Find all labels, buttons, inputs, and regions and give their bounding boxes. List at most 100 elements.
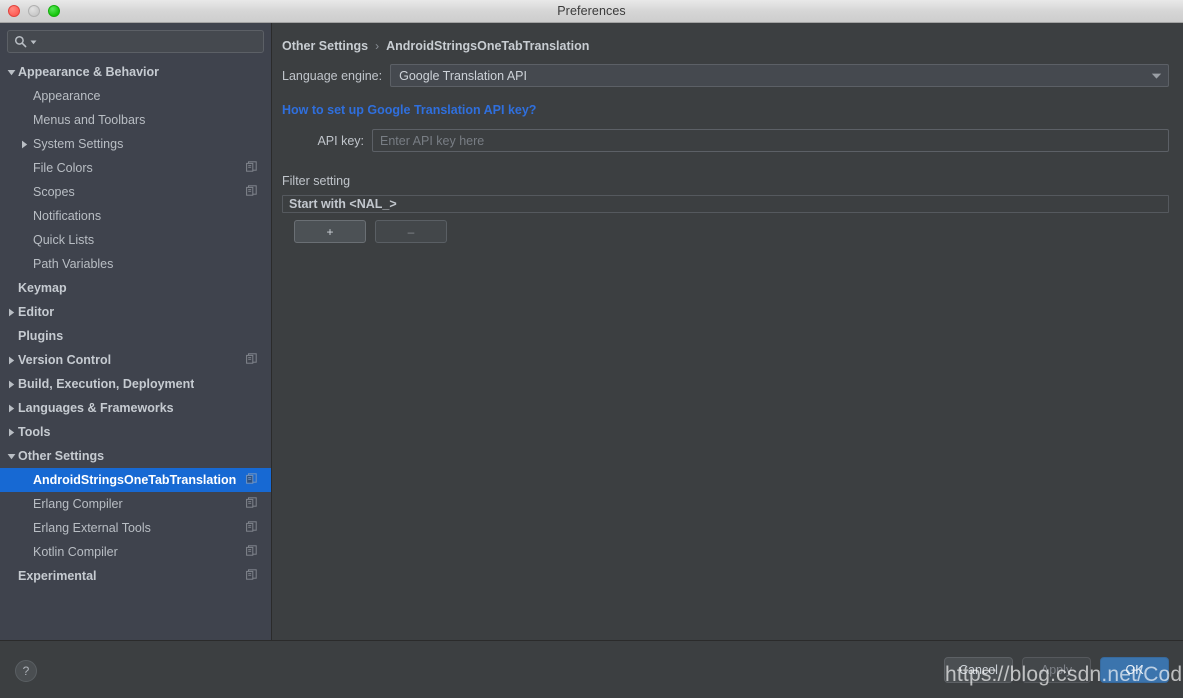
twisty-expanded-icon[interactable] bbox=[5, 444, 18, 468]
sidebar-item-label: Editor bbox=[18, 305, 55, 319]
list-item[interactable]: Start with <NAL_> bbox=[283, 196, 1168, 212]
sidebar-item-label: Keymap bbox=[18, 281, 67, 295]
sidebar-item-appearance-behavior[interactable]: Appearance & Behavior bbox=[0, 60, 271, 84]
twisty-collapsed-icon[interactable] bbox=[5, 396, 18, 420]
twisty-collapsed-icon[interactable] bbox=[5, 348, 18, 372]
remove-filter-button[interactable]: – bbox=[375, 220, 447, 243]
sidebar-item-scopes[interactable]: Scopes bbox=[0, 180, 271, 204]
sidebar-item-label: Scopes bbox=[33, 185, 75, 199]
sidebar-item-label: System Settings bbox=[33, 137, 124, 151]
sidebar-item-editor[interactable]: Editor bbox=[0, 300, 271, 324]
sidebar-item-androidstringsonetabtranslation[interactable]: AndroidStringsOneTabTranslation bbox=[0, 468, 271, 492]
sidebar-item-file-colors[interactable]: File Colors bbox=[0, 156, 271, 180]
sidebar-item-label: Version Control bbox=[18, 353, 112, 367]
breadcrumb: Other Settings › AndroidStringsOneTabTra… bbox=[272, 23, 1183, 53]
sidebar-item-kotlin-compiler[interactable]: Kotlin Compiler bbox=[0, 540, 271, 564]
sidebar-item-system-settings[interactable]: System Settings bbox=[0, 132, 271, 156]
window-title: Preferences bbox=[557, 4, 626, 18]
sidebar-item-label: Other Settings bbox=[18, 449, 105, 463]
copy-settings-icon[interactable] bbox=[246, 545, 257, 559]
dialog-body: Appearance & Behavior Appearance Menus and… bbox=[0, 23, 1183, 640]
copy-settings-icon[interactable] bbox=[246, 161, 257, 175]
twisty-collapsed-icon[interactable] bbox=[5, 300, 18, 324]
sidebar-item-erlang-compiler[interactable]: Erlang Compiler bbox=[0, 492, 271, 516]
twisty-collapsed-icon[interactable] bbox=[5, 420, 18, 444]
language-engine-select[interactable]: Google Translation API bbox=[390, 64, 1169, 87]
search-dropdown-icon[interactable] bbox=[30, 33, 37, 51]
copy-settings-icon[interactable] bbox=[246, 521, 257, 535]
sidebar-item-tools[interactable]: Tools bbox=[0, 420, 271, 444]
sidebar-item-experimental[interactable]: Experimental bbox=[0, 564, 271, 588]
ok-button[interactable]: OK bbox=[1100, 656, 1169, 683]
copy-settings-icon[interactable] bbox=[246, 473, 257, 487]
search-box[interactable] bbox=[7, 30, 264, 53]
copy-settings-icon[interactable] bbox=[246, 353, 257, 367]
window-controls bbox=[8, 0, 60, 22]
sidebar-item-keymap[interactable]: Keymap bbox=[0, 276, 271, 300]
sidebar-item-label: Menus and Toolbars bbox=[33, 113, 146, 127]
sidebar-item-quick-lists[interactable]: Quick Lists bbox=[0, 228, 271, 252]
help-link-row: How to set up Google Translation API key… bbox=[272, 87, 1183, 119]
sidebar-item-languages-frameworks[interactable]: Languages & Frameworks bbox=[0, 396, 271, 420]
sidebar-item-other-settings[interactable]: Other Settings bbox=[0, 444, 271, 468]
sidebar-item-build-execution-deployment[interactable]: Build, Execution, Deployment bbox=[0, 372, 271, 396]
breadcrumb-separator-icon: › bbox=[375, 39, 380, 53]
sidebar-item-menus-and-toolbars[interactable]: Menus and Toolbars bbox=[0, 108, 271, 132]
dialog-actions: Cancel Apply OK bbox=[944, 656, 1169, 683]
api-key-row: API key: bbox=[272, 119, 1183, 152]
search-input[interactable] bbox=[40, 31, 257, 52]
twisty-expanded-icon[interactable] bbox=[5, 60, 18, 84]
close-window-button[interactable] bbox=[8, 5, 20, 17]
filter-setting-title: Filter setting bbox=[282, 174, 351, 188]
twisty-collapsed-icon[interactable] bbox=[18, 132, 31, 156]
api-key-input[interactable] bbox=[372, 129, 1169, 152]
help-button[interactable]: ? bbox=[15, 659, 37, 682]
copy-settings-icon[interactable] bbox=[246, 497, 257, 511]
sidebar-item-path-variables[interactable]: Path Variables bbox=[0, 252, 271, 276]
setup-api-key-link[interactable]: How to set up Google Translation API key… bbox=[282, 103, 536, 117]
language-engine-value: Google Translation API bbox=[399, 68, 527, 83]
dialog-footer: ? Cancel Apply OK bbox=[0, 640, 1183, 698]
cancel-button[interactable]: Cancel bbox=[944, 656, 1013, 683]
breadcrumb-current: AndroidStringsOneTabTranslation bbox=[386, 39, 590, 53]
minimize-window-button[interactable] bbox=[28, 5, 40, 17]
zoom-window-button[interactable] bbox=[48, 5, 60, 17]
sidebar-item-plugins[interactable]: Plugins bbox=[0, 324, 271, 348]
sidebar-item-label: Build, Execution, Deployment bbox=[18, 377, 195, 391]
search-container bbox=[0, 23, 271, 59]
filter-list[interactable]: Start with <NAL_> bbox=[282, 195, 1169, 213]
preferences-window: Preferences Appearance & Behavior Appear… bbox=[0, 0, 1183, 698]
sidebar-item-erlang-external-tools[interactable]: Erlang External Tools bbox=[0, 516, 271, 540]
filter-buttons: + – bbox=[272, 213, 1183, 243]
breadcrumb-root[interactable]: Other Settings bbox=[282, 39, 368, 53]
add-filter-button[interactable]: + bbox=[294, 220, 366, 243]
sidebar-item-label: Notifications bbox=[33, 209, 102, 223]
language-engine-label: Language engine: bbox=[282, 68, 383, 83]
apply-button[interactable]: Apply bbox=[1022, 656, 1091, 683]
twisty-collapsed-icon[interactable] bbox=[5, 372, 18, 396]
sidebar-item-label: File Colors bbox=[33, 161, 93, 175]
sidebar-item-label: Quick Lists bbox=[33, 233, 95, 247]
sidebar-item-label: AndroidStringsOneTabTranslation bbox=[33, 473, 237, 487]
sidebar-item-label: Erlang External Tools bbox=[33, 521, 151, 535]
copy-settings-icon[interactable] bbox=[246, 185, 257, 199]
sidebar-item-appearance[interactable]: Appearance bbox=[0, 84, 271, 108]
language-engine-row: Language engine: Google Translation API bbox=[272, 53, 1183, 87]
sidebar-item-notifications[interactable]: Notifications bbox=[0, 204, 271, 228]
copy-settings-icon[interactable] bbox=[246, 569, 257, 583]
sidebar-item-label: Appearance & Behavior bbox=[18, 65, 160, 79]
sidebar-item-label: Plugins bbox=[18, 329, 64, 343]
sidebar-item-version-control[interactable]: Version Control bbox=[0, 348, 271, 372]
